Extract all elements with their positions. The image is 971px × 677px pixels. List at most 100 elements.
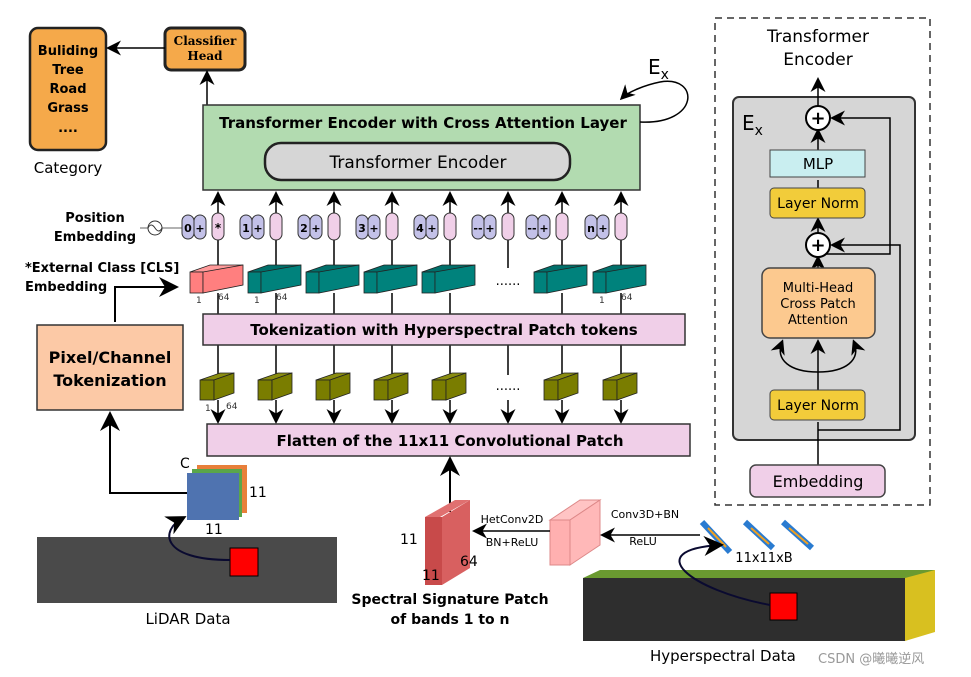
dim-label: 1 <box>196 296 202 306</box>
pixel-box-label: Pixel/Channel <box>49 348 172 367</box>
position-index: 1 <box>242 222 250 235</box>
position-index: n <box>587 222 595 235</box>
lidar-label: LiDAR Data <box>145 610 230 628</box>
classifier-label: Head <box>187 49 223 63</box>
olive-block-front <box>543 379 559 401</box>
token-pill <box>614 212 628 241</box>
hsi-top <box>583 570 935 578</box>
token-pill <box>269 212 283 241</box>
add-icon-glyph: + <box>810 108 825 129</box>
olive-block-front <box>602 379 618 401</box>
dim-label: 64 <box>276 293 288 303</box>
mlp-label: MLP <box>803 155 833 173</box>
patch-size-label: 11x11xB <box>735 551 792 566</box>
dim-label: 11 <box>249 485 267 501</box>
panel-title: Encoder <box>783 50 853 70</box>
token-pill <box>385 212 399 241</box>
conv3d-label: Conv3D+BN <box>611 508 679 521</box>
dim-label: 11 <box>400 532 418 548</box>
token-row: 0 + *1 641 +1 642 +3 +4 + -- +............-- + n +1 64… <box>181 191 647 424</box>
hsi-side <box>905 570 935 641</box>
dim-label: 64 <box>218 293 230 303</box>
ellipsis: ...... <box>496 274 521 289</box>
olive-block-front <box>373 379 389 401</box>
dim-label: 11 <box>422 568 440 584</box>
panel-title: Transformer <box>766 27 869 47</box>
token-pill <box>443 212 457 241</box>
pixel-channel-tokenization-box <box>36 324 184 411</box>
category-label: Category <box>34 159 103 177</box>
token-block-front <box>247 271 262 294</box>
plus-sign: + <box>427 222 436 235</box>
add-icon-glyph: + <box>810 235 825 256</box>
plus-sign: + <box>311 222 320 235</box>
plus-sign: + <box>195 222 204 235</box>
olive-block-front <box>315 379 331 401</box>
category-item: Buliding <box>38 44 98 59</box>
dim-label: 64 <box>621 293 633 303</box>
dim-label: 64 <box>226 402 238 412</box>
position-index: 2 <box>300 222 308 235</box>
token-pill <box>327 212 341 241</box>
dim-label: 11 <box>205 522 223 538</box>
olive-block-front <box>431 379 447 401</box>
token-block-front <box>363 271 378 294</box>
position-embedding-label: Embedding <box>54 230 136 245</box>
position-index: 4 <box>416 222 424 235</box>
token-block-front <box>592 271 607 294</box>
category-item: Tree <box>52 63 84 78</box>
inner-encoder-label: Transformer Encoder <box>329 153 507 173</box>
transformer-block-title: Transformer Encoder with Cross Attention… <box>219 114 627 132</box>
plus-sign: + <box>539 222 548 235</box>
cls-label: *External Class [CLS] <box>25 261 179 276</box>
token-block-front <box>533 271 548 294</box>
flatten-bar-label: Flatten of the 11x11 Convolutional Patch <box>277 432 624 450</box>
attention-label: Attention <box>788 313 848 328</box>
arrow-cls <box>114 277 179 322</box>
plus-sign: + <box>598 222 607 235</box>
category-item: Grass <box>47 101 89 116</box>
conv3d-label: ReLU <box>629 535 657 548</box>
position-index: -- <box>473 222 482 235</box>
embedding-label: Embedding <box>773 472 864 491</box>
hyperspectral-label: Hyperspectral Data <box>650 647 796 665</box>
olive-block-front <box>199 379 215 401</box>
plus-sign: + <box>369 222 378 235</box>
hyperspectral-image <box>583 578 905 641</box>
category-item: .... <box>58 121 78 136</box>
token-pill <box>555 212 569 241</box>
classifier-label: Classifier <box>174 34 237 48</box>
watermark: CSDN @曦曦逆风 <box>818 651 924 667</box>
attention-label: Multi-Head <box>783 281 853 296</box>
position-index: 3 <box>358 222 366 235</box>
tokenization-bar-label: Tokenization with Hyperspectral Patch to… <box>250 321 638 339</box>
category-item: Road <box>49 82 86 97</box>
plus-sign: + <box>485 222 494 235</box>
patch-cubes <box>699 519 815 555</box>
position-embedding-label: Position <box>65 211 125 226</box>
arrow-lidar-to-pixel <box>100 411 187 494</box>
lidar-patch-marker <box>229 547 259 577</box>
token-block-front <box>421 271 436 294</box>
hetconv-label: HetConv2D <box>481 513 544 526</box>
cls-label: Embedding <box>25 280 107 295</box>
pixel-box-label: Tokenization <box>53 371 166 390</box>
lidar-image <box>37 537 337 603</box>
dim-label: 64 <box>460 554 478 570</box>
ellipsis: ...... <box>496 379 521 394</box>
dim-label: 1 <box>599 296 605 306</box>
channel-layer <box>187 473 239 520</box>
hetconv-label: BN+ReLU <box>486 536 539 549</box>
attention-label: Cross Patch <box>780 297 855 312</box>
dim-label: 1 <box>254 296 260 306</box>
token-block-front <box>189 271 204 294</box>
dim-label: 1 <box>205 404 211 414</box>
conv-block <box>549 519 571 566</box>
position-index: -- <box>527 222 536 235</box>
architecture-diagram: Buliding Tree Road Grass .... Category C… <box>25 17 935 667</box>
token-pill <box>501 212 515 241</box>
loop-label: Ex <box>648 55 669 83</box>
cls-symbol: * <box>215 221 222 235</box>
plus-sign: + <box>253 222 262 235</box>
spectral-label: Spectral Signature Patch <box>351 592 548 608</box>
